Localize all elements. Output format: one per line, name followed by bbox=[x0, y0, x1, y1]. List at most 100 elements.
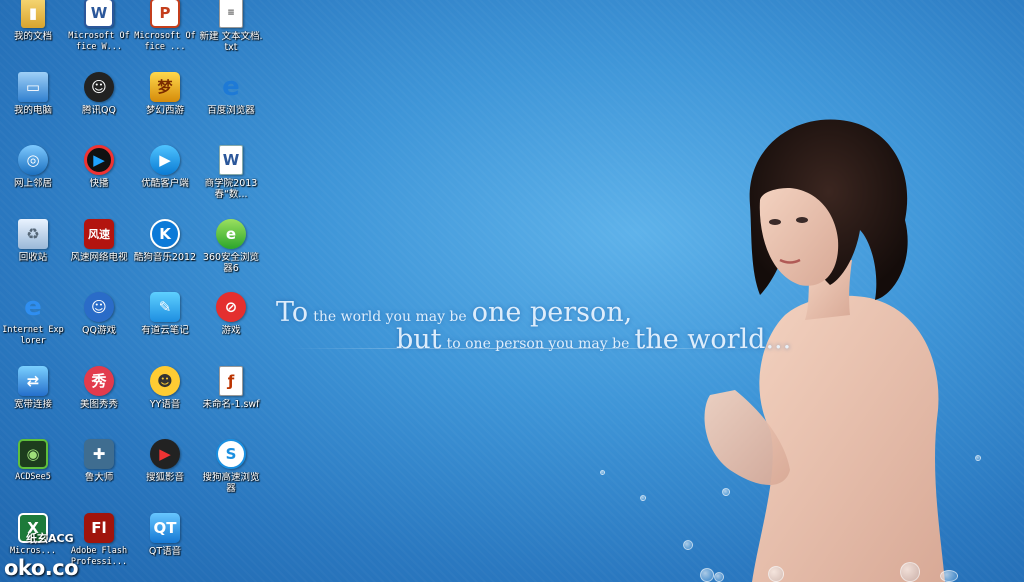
qvod-player-icon: ▶ bbox=[84, 145, 114, 175]
quote-text: the world you may be bbox=[313, 309, 467, 325]
desktop-shortcut[interactable]: e Internet Explorer bbox=[0, 290, 66, 363]
desktop-shortcut[interactable]: P Microsoft Office ... bbox=[132, 0, 198, 69]
desktop-shortcut-label: 优酷客户端 bbox=[141, 178, 189, 189]
desktop-shortcut[interactable]: ◉ ACDSee5 bbox=[0, 437, 66, 510]
desktop-shortcut[interactable]: ▶ 优酷客户端 bbox=[132, 143, 198, 216]
desktop-shortcut-label: Micros... bbox=[9, 545, 57, 556]
desktop-shortcut-label: 百度浏览器 bbox=[207, 104, 255, 116]
desktop-shortcut-label: 快播 bbox=[89, 178, 109, 189]
desktop-shortcut-label: Microsoft Office W... bbox=[68, 31, 130, 52]
internet-explorer-icon: e bbox=[24, 292, 42, 322]
yy-voice-icon: ☻ bbox=[150, 365, 180, 396]
desktop-shortcut[interactable]: ≡ 新建 文本文档.txt bbox=[198, 0, 264, 69]
word-document-icon: W bbox=[219, 145, 243, 175]
sohu-video-icon: ▶ bbox=[150, 439, 180, 469]
text-file-icon: ≡ bbox=[219, 0, 243, 28]
site-watermark: 纸玄ACG oko.co bbox=[4, 532, 79, 580]
bubble bbox=[683, 540, 693, 550]
desktop-shortcut[interactable]: W 商学院2013春“数... bbox=[198, 143, 264, 216]
desktop-shortcut[interactable]: ☻ YY语音 bbox=[132, 364, 198, 437]
desktop-shortcut[interactable]: S 搜狗高速浏览器 bbox=[198, 437, 264, 510]
desktop-shortcut-label: 鲁大师 bbox=[84, 472, 114, 483]
desktop-shortcut[interactable]: 风速 风速网络电视 bbox=[66, 217, 132, 290]
recycle-bin-icon: ♻ bbox=[18, 218, 48, 249]
desktop-shortcut[interactable]: ⇄ 宽带连接 bbox=[0, 364, 66, 437]
desktop-shortcut-label: 我的电脑 bbox=[13, 104, 52, 116]
baidu-browser-icon: e bbox=[222, 71, 240, 102]
watermark-url: oko.co bbox=[4, 556, 79, 580]
desktop-shortcut-label: 未命名-1.swf bbox=[202, 398, 260, 410]
desktop-shortcut[interactable]: ♻ 回收站 bbox=[0, 217, 66, 290]
desktop-icon-grid: ▮ 我的文档 W Microsoft Office W... P Microsoft Of… bbox=[0, 0, 264, 582]
desktop-shortcut[interactable]: ⊘ 游戏 bbox=[198, 290, 264, 363]
desktop-shortcut-label: YY语音 bbox=[149, 398, 181, 410]
bubble bbox=[940, 570, 958, 582]
youdao-note-icon: ✎ bbox=[150, 292, 180, 322]
desktop-shortcut-label: 回收站 bbox=[18, 251, 48, 263]
desktop-shortcut-label: 我的文档 bbox=[13, 31, 52, 42]
desktop-shortcut-label: 有道云笔记 bbox=[141, 325, 189, 336]
desktop-shortcut[interactable]: ☺ QQ游戏 bbox=[66, 290, 132, 363]
game-menghuan-icon: 梦 bbox=[150, 71, 180, 102]
desktop-shortcut[interactable]: ☺ 腾讯QQ bbox=[66, 70, 132, 143]
desktop-shortcut[interactable]: e 百度浏览器 bbox=[198, 70, 264, 143]
desktop-shortcut-label: 宽带连接 bbox=[13, 398, 52, 410]
desktop-shortcut-label: 梦幻西游 bbox=[145, 104, 184, 116]
desktop-shortcut-label: 酷狗音乐2012 bbox=[133, 251, 197, 263]
desktop-shortcut-label: 游戏 bbox=[221, 325, 241, 336]
desktop-shortcut-label: 腾讯QQ bbox=[82, 104, 116, 116]
qq-game-icon: ☺ bbox=[84, 292, 114, 322]
my-documents-icon: ▮ bbox=[21, 0, 45, 28]
desktop-shortcut[interactable]: 梦梦幻西游 bbox=[132, 70, 198, 143]
bubble bbox=[714, 572, 724, 582]
desktop-shortcut[interactable]: K 酷狗音乐2012 bbox=[132, 217, 198, 290]
wallpaper-quote: To the world you may be one person, but … bbox=[276, 297, 791, 355]
quote-text: to one person you may be bbox=[446, 336, 630, 352]
bubble bbox=[768, 566, 784, 582]
bubble bbox=[600, 470, 605, 475]
360-browser-icon: e bbox=[216, 218, 246, 249]
bubble bbox=[700, 568, 714, 582]
powerpoint-icon: P bbox=[150, 0, 180, 28]
qq-icon: ☺ bbox=[84, 71, 114, 102]
bubble bbox=[640, 495, 646, 501]
desktop-shortcut-label: 美图秀秀 bbox=[79, 398, 118, 410]
quote-word: To bbox=[276, 297, 309, 328]
broadband-connection-icon: ⇄ bbox=[18, 365, 48, 396]
desktop-shortcut[interactable]: 秀美图秀秀 bbox=[66, 364, 132, 437]
adobe-flash-icon: Fl bbox=[84, 512, 114, 543]
quote-word: the world... bbox=[634, 324, 792, 355]
bubble bbox=[722, 488, 730, 496]
quote-word: but bbox=[396, 324, 442, 355]
desktop-shortcut-label: 风速网络电视 bbox=[70, 251, 128, 263]
desktop-shortcut-label: ACDSee5 bbox=[15, 472, 51, 482]
desktop-shortcut-label: 搜狗高速浏览器 bbox=[202, 472, 260, 494]
desktop-shortcut-label: QQ游戏 bbox=[82, 325, 116, 336]
bubble bbox=[900, 562, 920, 582]
desktop-shortcut-label: 商学院2013春“数... bbox=[204, 178, 258, 200]
watermark-brand: 纸玄ACG bbox=[26, 532, 74, 545]
swf-file-icon: ƒ bbox=[219, 365, 243, 396]
desktop-shortcut-label: Microsoft Office ... bbox=[134, 31, 196, 52]
desktop-shortcut[interactable]: ƒ 未命名-1.swf bbox=[198, 364, 264, 437]
desktop-shortcut-label: 搜狐影音 bbox=[145, 472, 184, 483]
desktop-shortcut[interactable]: QT QT语音 bbox=[132, 511, 198, 582]
desktop-shortcut[interactable]: ◎ 网上邻居 bbox=[0, 143, 66, 216]
desktop-shortcut[interactable]: ▭ 我的电脑 bbox=[0, 70, 66, 143]
qt-voice-icon: QT bbox=[150, 512, 180, 543]
youku-client-icon: ▶ bbox=[150, 145, 180, 175]
acdsee-icon: ◉ bbox=[18, 439, 48, 469]
desktop-shortcut[interactable]: ▮ 我的文档 bbox=[0, 0, 66, 69]
games-icon: ⊘ bbox=[216, 292, 246, 322]
desktop-shortcut[interactable]: ✚ 鲁大师 bbox=[66, 437, 132, 510]
desktop-shortcut[interactable]: e 360安全浏览器6 bbox=[198, 217, 264, 290]
desktop-shortcut[interactable]: ▶ 搜狐影音 bbox=[132, 437, 198, 510]
desktop-shortcut-label: QT语音 bbox=[148, 545, 182, 557]
desktop-shortcut[interactable]: W Microsoft Office W... bbox=[66, 0, 132, 69]
kugou-music-icon: K bbox=[150, 218, 180, 249]
desktop-shortcut-label: 360安全浏览器6 bbox=[202, 251, 260, 274]
desktop-shortcut[interactable]: ✎ 有道云笔记 bbox=[132, 290, 198, 363]
desktop-shortcut[interactable]: ▶ 快播 bbox=[66, 143, 132, 216]
desktop-shortcut-label: 网上邻居 bbox=[13, 178, 52, 189]
fengsu-tv-icon: 风速 bbox=[84, 218, 114, 249]
